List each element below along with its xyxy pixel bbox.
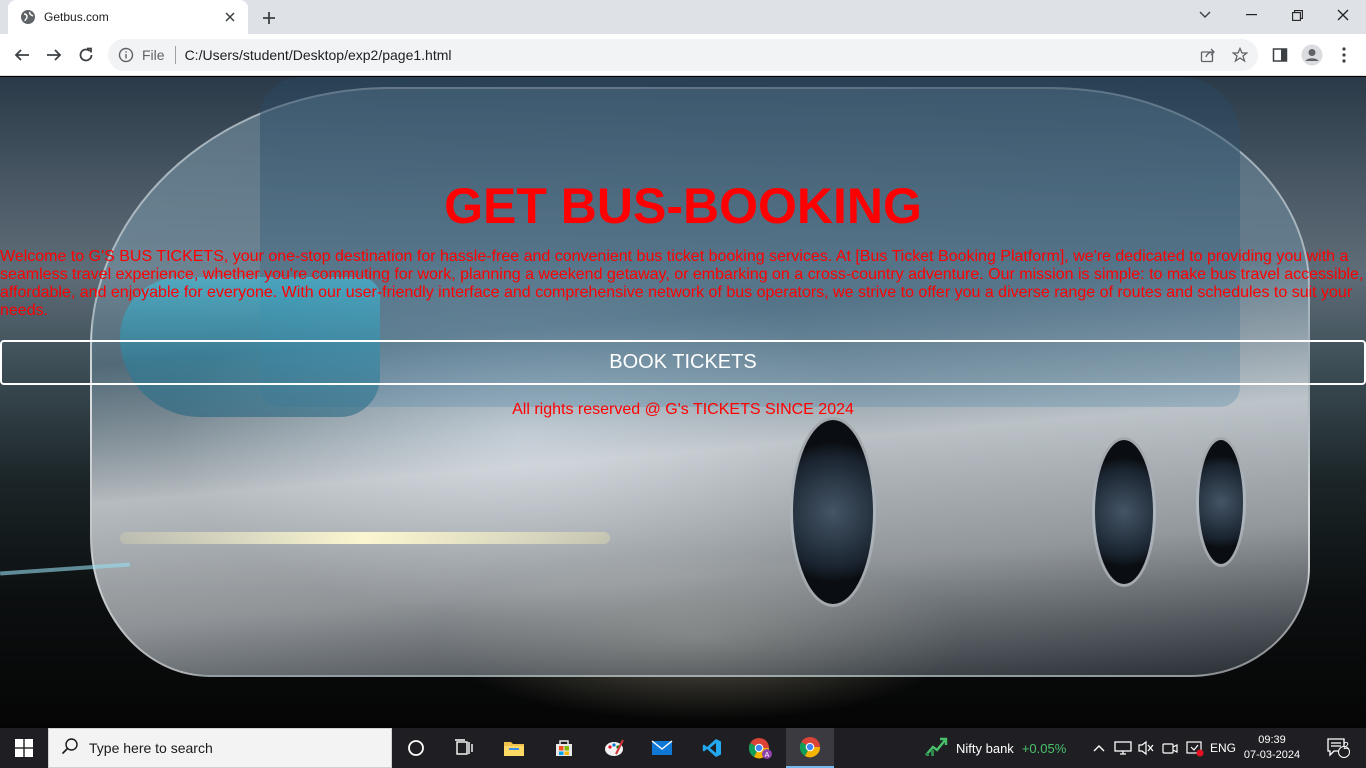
clock-date: 07-03-2024: [1243, 749, 1301, 761]
windows-start-icon[interactable]: [0, 728, 48, 768]
forward-icon[interactable]: [40, 41, 68, 69]
intro-paragraph: Welcome to G'S BUS TICKETS, your one-sto…: [0, 248, 1364, 319]
page-heading: GET BUS-BOOKING: [444, 178, 922, 234]
microsoft-store-icon[interactable]: [540, 728, 588, 768]
page-viewport: GET BUS-BOOKING Welcome to G'S BUS TICKE…: [0, 77, 1366, 728]
network-icon[interactable]: [1112, 728, 1134, 768]
chrome-icon[interactable]: [786, 728, 834, 768]
book-tickets-button[interactable]: BOOK TICKETS: [0, 340, 1366, 385]
globe-icon: [20, 9, 36, 25]
cortana-icon[interactable]: [392, 728, 440, 768]
profile-icon[interactable]: [1298, 41, 1326, 69]
tab-title: Getbus.com: [44, 10, 109, 24]
info-icon[interactable]: [118, 47, 134, 63]
plus-icon[interactable]: [258, 7, 280, 29]
taskbar: Type here to search A Nifty bank +0.05%: [0, 728, 1366, 768]
search-icon: [61, 737, 79, 760]
chart-up-icon: [924, 735, 948, 762]
url-text[interactable]: C:/Users/student/Desktop/exp2/page1.html: [185, 47, 452, 63]
address-bar[interactable]: File C:/Users/student/Desktop/exp2/page1…: [108, 39, 1258, 71]
side-panel-icon[interactable]: [1266, 41, 1294, 69]
url-separator: [174, 46, 176, 64]
close-icon[interactable]: [222, 9, 238, 25]
meet-now-icon[interactable]: [1160, 728, 1180, 768]
star-icon[interactable]: [1227, 42, 1253, 68]
more-icon[interactable]: [1330, 41, 1358, 69]
clock-time: 09:39: [1258, 734, 1286, 746]
system-clock[interactable]: 09:39 07-03-2024: [1240, 728, 1304, 768]
restore-icon[interactable]: [1274, 0, 1320, 30]
mail-icon[interactable]: [638, 728, 686, 768]
task-view-icon[interactable]: [440, 728, 488, 768]
window-close-icon[interactable]: [1320, 0, 1366, 30]
share-icon[interactable]: [1195, 42, 1221, 68]
search-placeholder: Type here to search: [89, 740, 213, 756]
chrome-profile-icon[interactable]: A: [736, 728, 784, 768]
stock-name: Nifty bank: [956, 740, 1014, 756]
stock-widget[interactable]: Nifty bank +0.05%: [924, 728, 1066, 768]
browser-tab[interactable]: Getbus.com: [8, 0, 248, 34]
vscode-icon[interactable]: [688, 728, 736, 768]
svg-text:A: A: [765, 752, 770, 759]
stock-change: +0.05%: [1021, 740, 1067, 756]
reload-icon[interactable]: [72, 41, 100, 69]
chevron-up-icon[interactable]: [1090, 728, 1108, 768]
chevron-down-icon[interactable]: [1182, 0, 1228, 30]
minimize-icon[interactable]: [1228, 0, 1274, 30]
tab-strip: Getbus.com: [0, 0, 1366, 34]
file-explorer-icon[interactable]: [490, 728, 538, 768]
notification-count: 2: [1343, 741, 1349, 752]
footer-text: All rights reserved @ G's TICKETS SINCE …: [512, 401, 854, 418]
url-scheme: File: [142, 47, 165, 63]
language-indicator[interactable]: ENG: [1208, 728, 1238, 768]
paint-icon[interactable]: [590, 728, 638, 768]
notification-center-icon[interactable]: 2: [1318, 728, 1358, 768]
volume-muted-icon[interactable]: [1136, 728, 1156, 768]
back-icon[interactable]: [8, 41, 36, 69]
browser-toolbar: File C:/Users/student/Desktop/exp2/page1…: [0, 34, 1366, 76]
taskbar-search[interactable]: Type here to search: [48, 728, 392, 768]
security-alert-icon[interactable]: [1184, 728, 1206, 768]
